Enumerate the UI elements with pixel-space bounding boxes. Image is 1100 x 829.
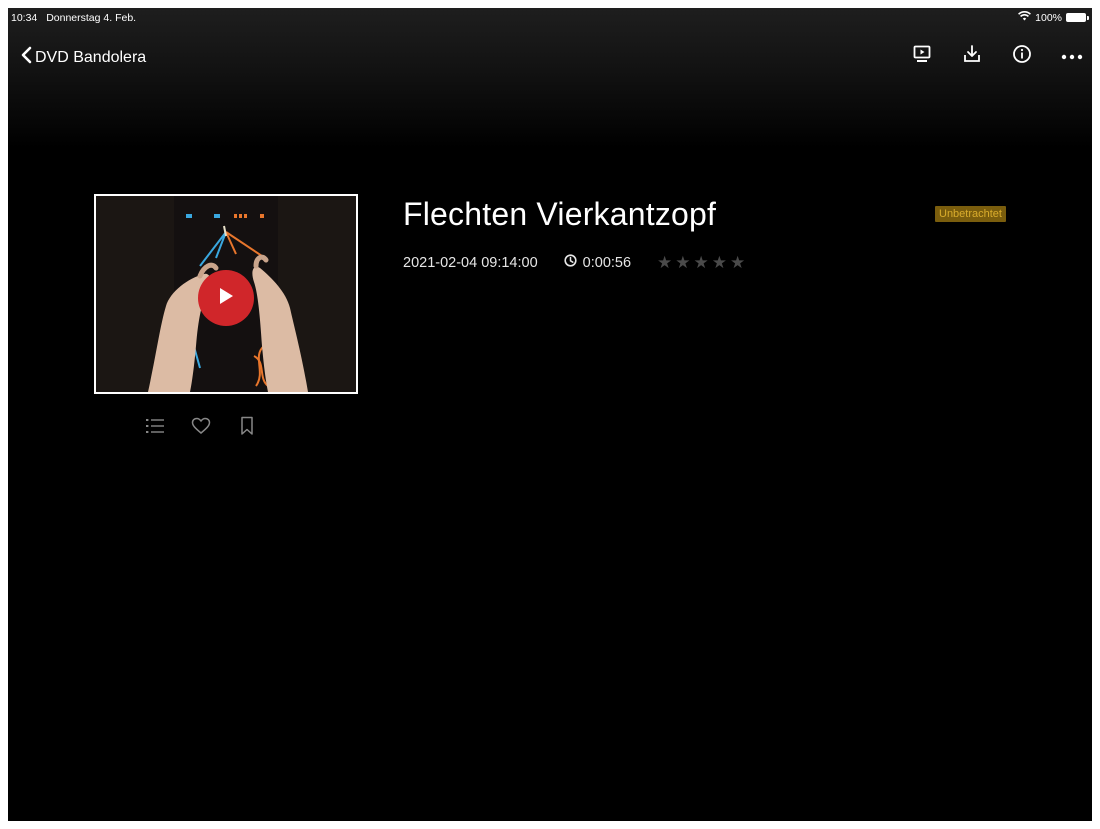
status-date: Donnerstag 4. Feb. — [46, 12, 137, 24]
more-button[interactable] — [1060, 44, 1084, 68]
video-duration: 0:00:56 — [582, 254, 632, 271]
wifi-icon — [1018, 11, 1032, 24]
star-icon[interactable]: ★ — [657, 254, 672, 271]
favorite-button[interactable] — [191, 417, 211, 440]
status-badge: Unbetrachtet — [935, 206, 1006, 222]
back-button[interactable]: DVD Bandolera — [20, 46, 146, 69]
video-datetime: 2021-02-04 09:14:00 — [403, 254, 538, 271]
more-icon — [1061, 47, 1083, 65]
slideshow-icon — [912, 44, 932, 69]
video-duration-group: 0:00:56 — [564, 254, 631, 271]
list-icon — [145, 417, 165, 440]
photo-detail-screen: 10:34 Donnerstag 4. Feb. 100% DVD Bandol… — [8, 8, 1092, 821]
video-thumbnail[interactable] — [94, 194, 358, 394]
thumbnail-actions — [145, 416, 257, 441]
clock-icon — [564, 254, 577, 271]
rating-stars: ★ ★ ★ ★ ★ — [657, 254, 745, 271]
play-icon — [217, 286, 235, 311]
status-time: 10:34 — [11, 12, 38, 24]
star-icon[interactable]: ★ — [712, 254, 727, 271]
heart-icon — [191, 417, 211, 440]
video-title: Flechten Vierkantzopf — [403, 196, 717, 232]
slideshow-button[interactable] — [910, 44, 934, 68]
bookmark-button[interactable] — [237, 416, 257, 441]
star-icon[interactable]: ★ — [675, 254, 690, 271]
bookmark-icon — [240, 416, 254, 441]
nav-actions — [910, 44, 1084, 68]
status-bar: 10:34 Donnerstag 4. Feb. 100% — [8, 8, 1092, 28]
header-background — [8, 8, 1092, 148]
chevron-left-icon — [20, 46, 32, 69]
status-right: 100% — [1018, 11, 1089, 24]
play-button[interactable] — [198, 270, 254, 326]
info-icon — [1012, 44, 1032, 69]
video-preview-image — [96, 196, 356, 392]
download-button[interactable] — [960, 44, 984, 68]
star-icon[interactable]: ★ — [730, 254, 745, 271]
video-meta: 2021-02-04 09:14:00 0:00:56 ★ ★ ★ ★ ★ — [403, 254, 745, 271]
back-label: DVD Bandolera — [35, 48, 147, 66]
battery-percentage: 100% — [1035, 11, 1062, 24]
download-icon — [962, 44, 982, 69]
status-left: 10:34 Donnerstag 4. Feb. — [11, 12, 142, 24]
list-button[interactable] — [145, 418, 165, 438]
star-icon[interactable]: ★ — [694, 254, 709, 271]
battery-icon — [1066, 13, 1089, 22]
info-button[interactable] — [1010, 44, 1034, 68]
